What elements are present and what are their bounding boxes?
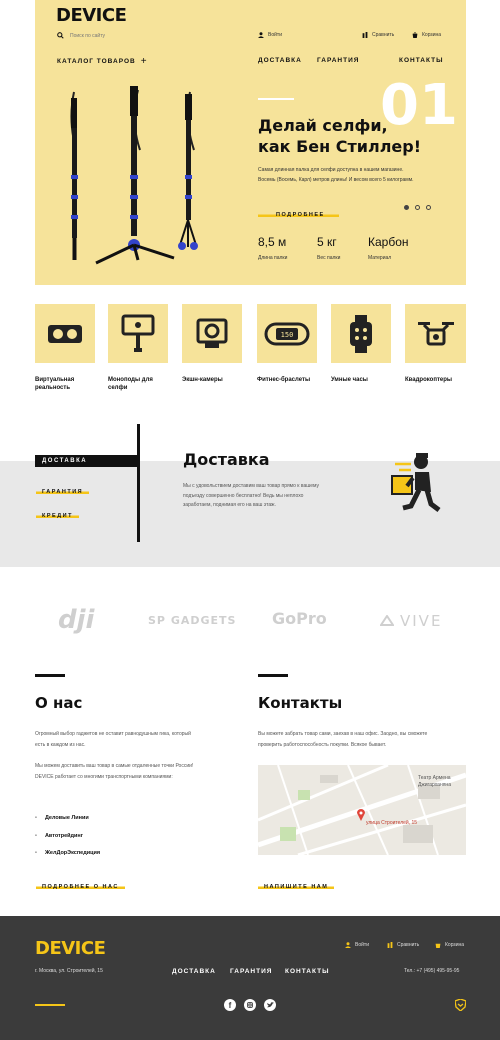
- site-logo[interactable]: DEVICE: [56, 5, 127, 26]
- footer-address: г. Москва, ул. Строителей, 15: [35, 968, 103, 974]
- about-more-button[interactable]: ПОДРОБНЕЕ О НАС: [36, 875, 125, 893]
- category-label[interactable]: Квадрокоптеры: [405, 376, 469, 384]
- category-fitness[interactable]: 150: [257, 304, 317, 363]
- vr-headset-icon: [48, 324, 82, 343]
- category-drone[interactable]: [405, 304, 466, 363]
- list-item: • Деловые Линии: [35, 815, 89, 821]
- compare-icon: [362, 32, 368, 38]
- nav-warranty[interactable]: ГАРАНТИЯ: [317, 57, 359, 64]
- category-label[interactable]: Фитнес-браслеты: [257, 376, 321, 384]
- tab-delivery[interactable]: ДОСТАВКА: [35, 455, 138, 467]
- map-poi-label: Театр Армена Джигарханяна: [418, 775, 451, 788]
- services-description: Мы с удовольствием доставим ваш товар пр…: [183, 483, 320, 508]
- footer-logo[interactable]: DEVICE: [35, 938, 106, 959]
- hero-product-image: [70, 86, 198, 265]
- footer-nav-delivery[interactable]: ДОСТАВКА: [172, 968, 216, 975]
- about-title: О нас: [35, 694, 83, 712]
- social-links: f: [224, 999, 276, 1011]
- list-item: • Автотрейдинг: [35, 832, 84, 839]
- hero-title: Делай селфи, как Бен Стиллер!: [258, 116, 422, 156]
- footer-nav-warranty[interactable]: ГАРАНТИЯ: [230, 968, 272, 975]
- user-icon: [258, 32, 264, 38]
- stat-material: Карбон Материал: [368, 235, 409, 261]
- catalog-button[interactable]: КАТАЛОГ ТОВАРОВ +: [57, 56, 148, 67]
- category-label[interactable]: Экшн-камеры: [182, 376, 246, 384]
- map-pin-icon: [357, 809, 365, 821]
- services-divider: [137, 424, 140, 542]
- courier-icon: [391, 453, 441, 512]
- tab-warranty[interactable]: ГАРАНТИЯ: [36, 480, 90, 498]
- category-monopod[interactable]: [108, 304, 168, 363]
- search-icon: [57, 32, 64, 39]
- footer-phone: Тел.: +7 (495) 495-95-95: [404, 968, 460, 974]
- write-us-button[interactable]: НАПИШИТЕ НАМ: [258, 875, 335, 893]
- slider-dot[interactable]: [415, 205, 420, 210]
- cart-icon: [435, 943, 441, 948]
- category-smartwatch[interactable]: [331, 304, 391, 363]
- drone-icon: [417, 321, 454, 345]
- services-title: Доставка: [183, 450, 270, 469]
- footer-nav-contacts[interactable]: КОНТАКТЫ: [285, 968, 329, 975]
- vive-logo-icon: [380, 615, 394, 626]
- slider-dot[interactable]: [426, 205, 431, 210]
- about-paragraph: Огромный выбор гаджетов не оставит равно…: [35, 731, 191, 748]
- stat-weight: 5 кг Вес палки: [317, 235, 341, 261]
- slider-dot[interactable]: [404, 205, 409, 210]
- smartwatch-icon: [350, 314, 372, 353]
- footer-login-link[interactable]: Войти: [345, 942, 369, 948]
- twitter-icon[interactable]: [264, 999, 276, 1011]
- hero-more-button[interactable]: ПОДРОБНЕЕ: [258, 203, 339, 221]
- category-label[interactable]: Виртуальная реальность: [35, 376, 99, 393]
- footer-cart-link[interactable]: Корзина: [435, 942, 464, 948]
- cart-link[interactable]: Корзина: [412, 32, 441, 38]
- brand-vive[interactable]: VIVE: [380, 612, 442, 630]
- about-divider: [35, 674, 65, 677]
- brand-spgadgets[interactable]: SP GADGETS: [148, 614, 236, 627]
- footer: [0, 916, 500, 1040]
- search-field[interactable]: Поиск по сайту: [57, 32, 105, 39]
- category-action-camera[interactable]: [182, 304, 242, 363]
- contacts-title: Контакты: [258, 694, 343, 712]
- contacts-paragraph: Вы можете забрать товар сами, заехав в н…: [258, 731, 428, 748]
- hero-divider: [258, 98, 294, 100]
- map-address-label: улица Строителей, 15: [366, 820, 418, 826]
- nav-contacts[interactable]: КОНТАКТЫ: [399, 57, 443, 64]
- brand-dji[interactable]: dji: [58, 605, 94, 635]
- compare-link[interactable]: Сравнить: [362, 32, 394, 38]
- hero-description: Самая длинная палка для селфи доступна в…: [258, 167, 414, 183]
- brand-gopro[interactable]: GoPro: [272, 609, 327, 628]
- login-link[interactable]: Войти: [258, 32, 282, 38]
- action-camera-icon: [196, 318, 228, 348]
- facebook-icon[interactable]: f: [224, 999, 236, 1011]
- instagram-icon[interactable]: [244, 999, 256, 1011]
- search-input[interactable]: Поиск по сайту: [70, 33, 105, 39]
- partners-list: • Деловые Линии • Автотрейдинг • ЖелДорЭксп…: [35, 810, 100, 863]
- about-paragraph: Мы можем доставить ваш товар в самые отд…: [35, 763, 194, 780]
- stat-length: 8,5 м Длина палки: [258, 235, 288, 261]
- contacts-divider: [258, 674, 288, 677]
- shield-icon[interactable]: [455, 999, 466, 1011]
- category-label[interactable]: Умные часы: [331, 376, 395, 384]
- plus-icon: +: [140, 56, 148, 67]
- fitness-band-icon: 150: [264, 322, 310, 345]
- footer-divider: [35, 1004, 65, 1006]
- category-vr[interactable]: [35, 304, 95, 363]
- user-icon: [345, 942, 351, 948]
- nav-delivery[interactable]: ДОСТАВКА: [258, 57, 302, 64]
- cart-icon: [412, 32, 418, 38]
- monopod-icon: [121, 314, 155, 352]
- compare-icon: [387, 942, 393, 948]
- map[interactable]: улица Строителей, 15 Театр Армена Джигар…: [258, 765, 466, 855]
- svg-text:150: 150: [281, 331, 294, 339]
- category-label[interactable]: Моноподы для селфи: [108, 376, 172, 393]
- slider-dots: [404, 205, 431, 210]
- footer-compare-link[interactable]: Сравнить: [387, 942, 419, 948]
- list-item: • ЖелДорЭкспедиция: [35, 850, 101, 857]
- tab-credit[interactable]: КРЕДИТ: [36, 504, 79, 522]
